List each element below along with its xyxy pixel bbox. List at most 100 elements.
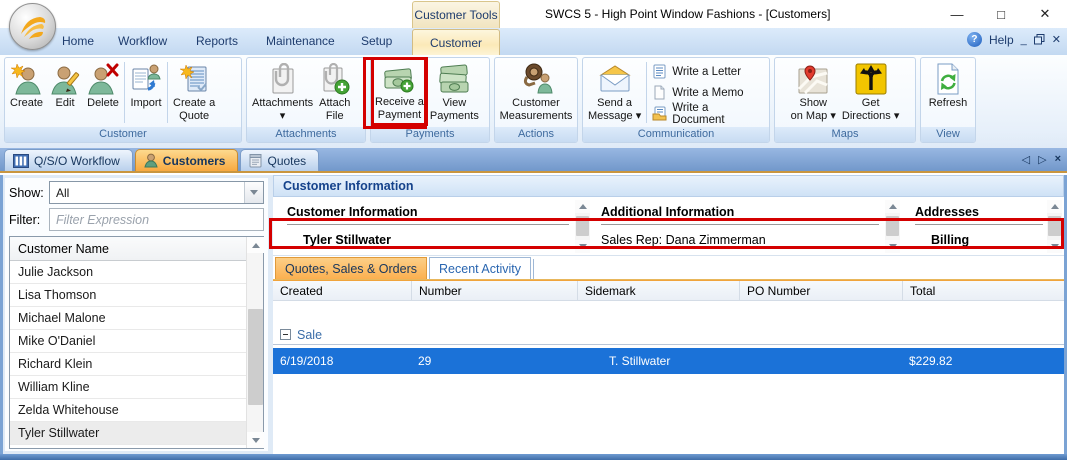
import-customer-button[interactable]: Import — [127, 59, 165, 126]
tab-label: Customers — [162, 153, 226, 168]
dropdown-button[interactable] — [244, 182, 263, 203]
group-label: Sale — [297, 327, 323, 342]
customer-information-header: Customer Information — [273, 175, 1064, 197]
ribbon-tab-home[interactable]: Home — [62, 34, 94, 48]
mdi-close-button[interactable]: ✕ — [1052, 33, 1061, 46]
ribbon-tab-workflow[interactable]: Workflow — [118, 34, 167, 48]
ribbon-tab-customer-active[interactable]: Customer — [412, 29, 500, 55]
show-on-map-button[interactable]: Show on Map ▾ — [788, 59, 839, 126]
delete-customer-icon — [87, 61, 119, 97]
scroll-down-icon[interactable] — [247, 432, 264, 448]
edit-customer-button[interactable]: Edit — [46, 59, 84, 126]
section-scrollbar[interactable] — [1047, 200, 1062, 253]
scrollbar-thumb[interactable] — [886, 216, 899, 236]
maximize-button[interactable]: □ — [979, 0, 1023, 28]
list-item-customer[interactable]: Lisa Thomson — [10, 284, 246, 307]
receive-payment-button[interactable]: Receive a Payment — [371, 57, 428, 126]
tab-customers-active[interactable]: Customers — [134, 149, 239, 171]
attach-file-button[interactable]: Attach File — [316, 59, 353, 126]
tab-scroll-left-icon[interactable]: ◁ — [1022, 153, 1030, 166]
customer-list-scrollbar[interactable] — [246, 237, 264, 448]
list-item-customer[interactable]: William Kline — [10, 376, 246, 399]
minimize-button[interactable]: — — [935, 0, 979, 28]
list-item-customer[interactable]: Julie Jackson — [10, 261, 246, 284]
write-memo-button[interactable]: Write a Memo — [649, 82, 767, 103]
filter-label: Filter: — [9, 212, 41, 227]
ribbon-group-payments: Receive a Payment View Payments Payments — [370, 57, 490, 143]
scroll-down-icon[interactable] — [885, 240, 900, 253]
app-logo-orb-button[interactable] — [9, 3, 56, 50]
subtab-quotes-sales-orders[interactable]: Quotes, Sales & Orders — [275, 257, 428, 279]
tab-qso-workflow[interactable]: Q/S/O Workflow — [4, 149, 133, 171]
selected-order-row[interactable]: 6/19/2018 29 T. Stillwater $229.82 — [273, 348, 1064, 374]
tab-label: Q/S/O Workflow — [34, 153, 120, 168]
create-customer-button[interactable]: Create — [7, 59, 46, 126]
orders-grid-body: Sale 6/19/2018 29 T. Stillwater $229.82 — [273, 301, 1064, 453]
column-header-created[interactable]: Created — [273, 281, 411, 300]
group-label-actions: Actions — [495, 127, 577, 142]
scroll-up-icon[interactable] — [885, 200, 900, 213]
show-label: Show: — [9, 185, 44, 200]
group-row-sale[interactable]: Sale — [273, 325, 1064, 345]
get-directions-button[interactable]: Get Directions ▾ — [839, 59, 902, 126]
section-scrollbar[interactable] — [575, 200, 590, 253]
write-document-button[interactable]: Write a Document — [649, 102, 767, 126]
scrollbar-thumb[interactable] — [248, 309, 263, 405]
scroll-up-icon[interactable] — [1047, 200, 1062, 213]
section-title: Additional Information — [601, 205, 879, 225]
tab-scroll-right-icon[interactable]: ▷ — [1038, 153, 1046, 166]
list-item-customer[interactable]: Zelda Whitehouse — [10, 399, 246, 422]
tab-quotes[interactable]: Quotes — [240, 149, 320, 171]
list-item-customer[interactable]: Richard Klein — [10, 353, 246, 376]
ribbon-tab-maintenance[interactable]: Maintenance — [266, 34, 335, 48]
view-payments-button[interactable]: View Payments — [427, 59, 482, 126]
close-button[interactable]: ✕ — [1023, 0, 1067, 28]
scrollbar-thumb[interactable] — [576, 216, 589, 236]
tab-close-icon[interactable]: × — [1055, 153, 1061, 166]
column-header-sidemark[interactable]: Sidemark — [577, 281, 739, 300]
tab-label: Quotes — [267, 153, 307, 168]
create-quote-button[interactable]: Create a Quote — [170, 59, 218, 126]
cell-sidemark: T. Stillwater — [609, 354, 671, 368]
section-title: Addresses — [915, 205, 1043, 225]
attachments-button[interactable]: Attachments ▾ — [249, 59, 316, 126]
edit-customer-icon — [49, 61, 81, 97]
detail-subtabs: Quotes, Sales & Orders Recent Activity — [273, 256, 1064, 280]
ribbon-tab-setup[interactable]: Setup — [361, 34, 392, 48]
customer-measurements-button[interactable]: Customer Measurements — [497, 59, 576, 126]
write-memo-label: Write a Memo — [672, 86, 744, 99]
scroll-down-icon[interactable] — [1047, 240, 1062, 253]
refresh-icon — [933, 61, 963, 97]
quotes-icon — [249, 154, 262, 168]
mdi-restore-button[interactable] — [1033, 34, 1045, 45]
list-item-customer[interactable]: Mike O'Daniel — [10, 330, 246, 353]
scroll-up-icon[interactable] — [247, 237, 264, 253]
collapse-minus-icon[interactable] — [280, 329, 291, 340]
refresh-button[interactable]: Refresh — [926, 59, 971, 126]
send-message-button[interactable]: Send a Message ▾ — [585, 59, 644, 126]
filter-input[interactable] — [49, 208, 264, 231]
mdi-minimize-button[interactable]: _ — [1021, 34, 1027, 46]
scroll-down-icon[interactable] — [575, 240, 590, 253]
customer-name-column-header[interactable]: Customer Name — [10, 237, 263, 261]
column-header-po-number[interactable]: PO Number — [739, 281, 902, 300]
write-letter-button[interactable]: Write a Letter — [649, 61, 767, 82]
section-scrollbar[interactable] — [885, 200, 900, 253]
mdi-controls: ? Help _ ✕ — [966, 32, 1061, 47]
window-bottom-border — [0, 454, 1067, 460]
list-item-customer[interactable]: Michael Malone — [10, 307, 246, 330]
subtab-recent-activity[interactable]: Recent Activity — [429, 257, 531, 279]
measure-tape-icon — [519, 61, 553, 97]
list-item-customer-selected[interactable]: Tyler Stillwater — [10, 422, 246, 445]
help-label[interactable]: Help — [989, 33, 1014, 47]
column-header-number[interactable]: Number — [411, 281, 577, 300]
help-icon[interactable]: ? — [966, 32, 982, 47]
scroll-up-icon[interactable] — [575, 200, 590, 213]
show-dropdown[interactable]: All — [49, 181, 264, 204]
ribbon-tab-reports[interactable]: Reports — [196, 34, 238, 48]
cell-total: $229.82 — [909, 354, 953, 368]
scrollbar-thumb[interactable] — [1048, 216, 1061, 236]
group-separator — [646, 62, 648, 123]
delete-customer-button[interactable]: Delete — [84, 59, 122, 126]
column-header-total[interactable]: Total — [902, 281, 1064, 300]
